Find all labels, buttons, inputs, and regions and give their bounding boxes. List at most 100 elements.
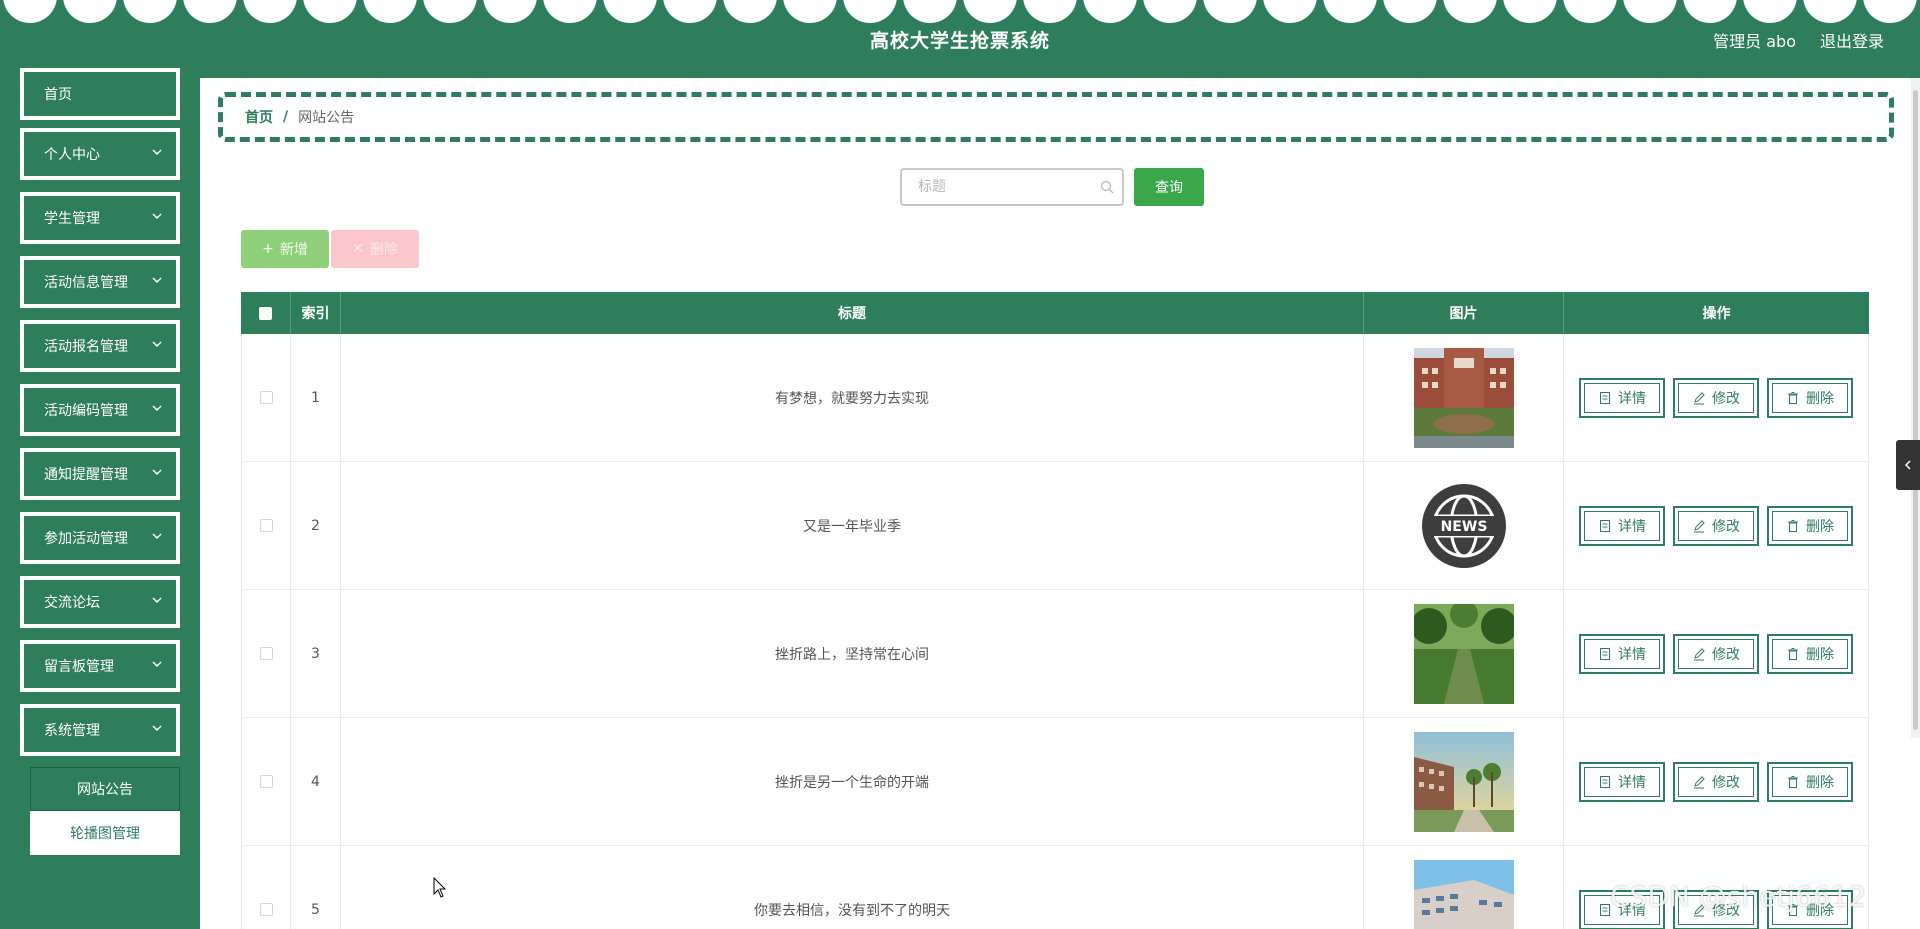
vertical-scrollbar-thumb[interactable]: [1913, 90, 1918, 730]
query-button[interactable]: 查询: [1134, 168, 1204, 206]
delete-button[interactable]: 删除: [1767, 761, 1853, 802]
delete-button-label: 删除: [369, 242, 398, 258]
delete-label: 删除: [1806, 774, 1834, 791]
select-all-checkbox[interactable]: [259, 306, 272, 320]
scallop-shape: [1023, 0, 1077, 23]
detail-button[interactable]: 详情: [1579, 377, 1665, 418]
main-content: 首页 / 网站公告 查询 + 新增 ✕ 删除 索引 标题 图片 操作 1 有梦想…: [200, 78, 1920, 929]
app-title: 高校大学生抢票系统: [869, 30, 1050, 52]
sunset-campus-image: [1413, 731, 1514, 832]
submenu-item-website-notice[interactable]: 网站公告: [30, 767, 180, 811]
sidebar-item-forum[interactable]: 交流论坛: [20, 576, 180, 628]
chevron-down-icon: [152, 469, 162, 476]
row-actions: 详情 修改 删除: [1564, 334, 1869, 461]
chevron-down-icon: [152, 597, 162, 604]
sidebar-item-join-activity[interactable]: 参加活动管理: [20, 512, 180, 564]
search-icon: [1100, 180, 1114, 194]
batch-delete-button[interactable]: ✕ 删除: [331, 230, 419, 268]
breadcrumb-home[interactable]: 首页: [245, 107, 273, 127]
scallop-shape: [723, 0, 777, 23]
title-search-input[interactable]: [918, 179, 1098, 195]
chevron-down-icon: [152, 405, 162, 412]
delete-icon: ✕: [352, 241, 364, 257]
document-icon: [1600, 519, 1610, 532]
logout-link[interactable]: 退出登录: [1820, 28, 1884, 52]
sidebar-item-activity-signup[interactable]: 活动报名管理: [20, 320, 180, 372]
row-image-cell: [1364, 718, 1564, 845]
sidebar-item-system-management[interactable]: 系统管理: [20, 704, 180, 756]
chevron-down-icon: [152, 725, 162, 732]
scallop-shape: [1743, 0, 1797, 23]
edit-label: 修改: [1712, 390, 1740, 407]
sidebar-item-label: 活动信息管理: [44, 275, 128, 291]
chevron-left-icon: [1904, 460, 1911, 470]
row-select-cell: [241, 462, 291, 589]
row-select-cell: [241, 718, 291, 845]
row-checkbox[interactable]: [259, 519, 273, 532]
row-title: 挫折路上，坚持常在心间: [341, 590, 1364, 717]
row-actions: 详情 修改 删除: [1564, 718, 1869, 845]
detail-button[interactable]: 详情: [1579, 761, 1665, 802]
detail-label: 详情: [1618, 646, 1646, 663]
watermark-text: CSDN @shetj6612: [1610, 880, 1867, 913]
sidebar-item-activity-code[interactable]: 活动编码管理: [20, 384, 180, 436]
scallop-shape: [1263, 0, 1317, 23]
current-user-label[interactable]: 管理员 abo: [1713, 28, 1796, 52]
pencil-icon: [1694, 391, 1705, 404]
delete-button[interactable]: 删除: [1767, 505, 1853, 546]
mouse-pointer-icon: [433, 877, 447, 898]
row-checkbox[interactable]: [259, 647, 273, 660]
scallop-shape: [1143, 0, 1197, 23]
delete-label: 删除: [1806, 518, 1834, 535]
document-icon: [1600, 775, 1610, 788]
row-image-cell: [1364, 846, 1564, 929]
row-checkbox[interactable]: [259, 391, 273, 404]
sidebar-item-student-management[interactable]: 学生管理: [20, 192, 180, 244]
edit-label: 修改: [1712, 774, 1740, 791]
column-header-actions: 操作: [1702, 306, 1731, 322]
sidebar-item-notification[interactable]: 通知提醒管理: [20, 448, 180, 500]
edit-label: 修改: [1712, 518, 1740, 535]
detail-button[interactable]: 详情: [1579, 633, 1665, 674]
sidebar-item-label: 参加活动管理: [44, 531, 128, 547]
sidebar-item-label: 通知提醒管理: [44, 467, 128, 483]
breadcrumb-current: 网站公告: [298, 110, 355, 126]
edit-button[interactable]: 修改: [1673, 505, 1759, 546]
row-actions: 详情 修改 删除: [1564, 462, 1869, 589]
edit-button[interactable]: 修改: [1673, 761, 1759, 802]
delete-button[interactable]: 删除: [1767, 633, 1853, 674]
row-index: 2: [291, 462, 341, 589]
scallop-shape: [1803, 0, 1857, 23]
row-checkbox[interactable]: [259, 775, 273, 788]
edit-button[interactable]: 修改: [1673, 377, 1759, 418]
search-box: [900, 168, 1124, 206]
chevron-down-icon: [152, 277, 162, 284]
sidebar-item-message-board[interactable]: 留言板管理: [20, 640, 180, 692]
sidebar-item-personal-center[interactable]: 个人中心: [20, 128, 180, 180]
add-button[interactable]: + 新增: [241, 230, 329, 268]
scallop-shape: [243, 0, 297, 23]
scallop-shape: [1683, 0, 1737, 23]
sidebar-item-activity-info[interactable]: 活动信息管理: [20, 256, 180, 308]
detail-label: 详情: [1618, 390, 1646, 407]
row-checkbox[interactable]: [259, 903, 273, 916]
detail-button[interactable]: 详情: [1579, 505, 1665, 546]
row-actions: 详情 修改 删除: [1564, 590, 1869, 717]
sidebar-item-home[interactable]: 首页: [20, 68, 180, 120]
edit-button[interactable]: 修改: [1673, 633, 1759, 674]
header-select-all[interactable]: [241, 292, 291, 334]
scallop-shape: [183, 0, 237, 23]
collapse-panel-toggle[interactable]: [1896, 440, 1920, 490]
row-title: 有梦想，就要努力去实现: [341, 334, 1364, 461]
scallop-shape: [1323, 0, 1377, 23]
delete-button[interactable]: 删除: [1767, 377, 1853, 418]
sidebar-item-label: 留言板管理: [44, 659, 114, 675]
row-index: 5: [291, 846, 341, 929]
row-select-cell: [241, 334, 291, 461]
chevron-down-icon: [152, 213, 162, 220]
trash-icon: [1788, 647, 1798, 660]
scallop-shape: [1503, 0, 1557, 23]
tree-avenue-image: [1413, 603, 1514, 704]
row-title: 你要去相信，没有到不了的明天: [341, 846, 1364, 929]
submenu-item-carousel[interactable]: 轮播图管理: [30, 811, 180, 855]
